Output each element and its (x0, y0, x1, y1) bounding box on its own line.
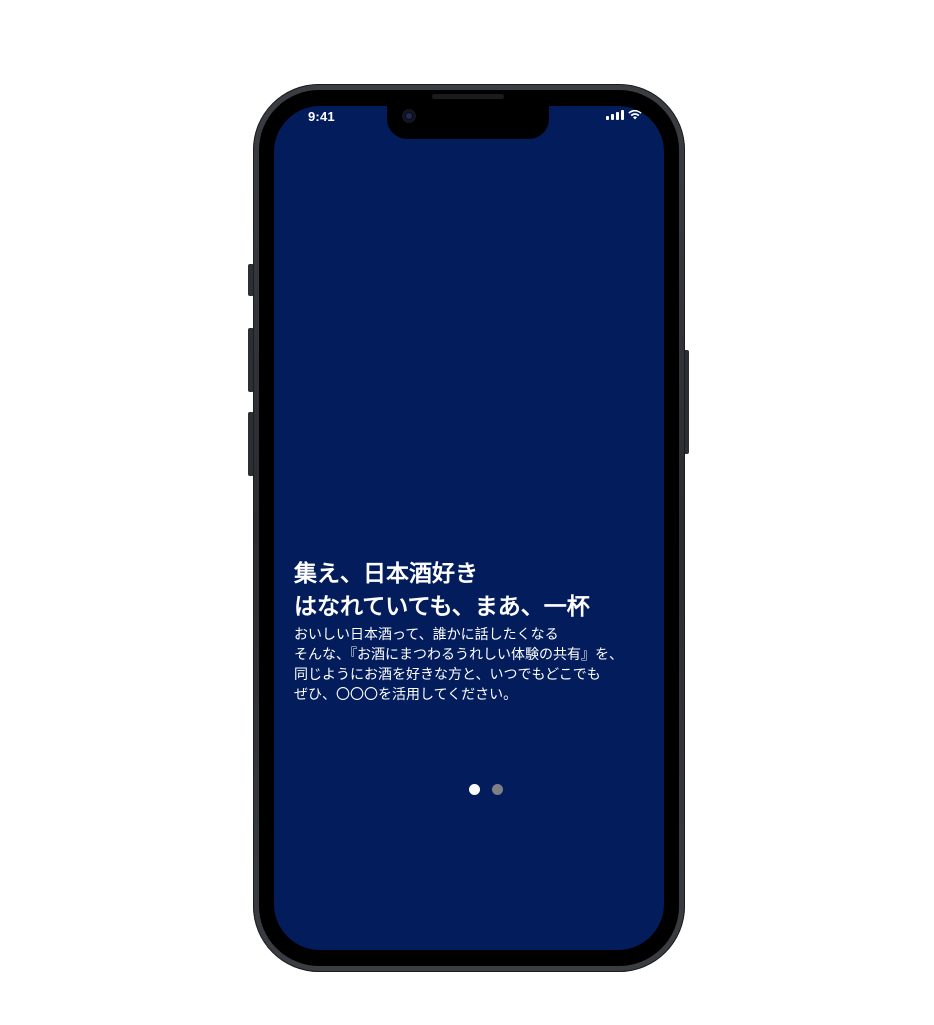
device-mockup: 9:41 集え、日本酒好き はなれていても、まあ、一杯 おいしい日本酒って、誰か… (0, 0, 934, 1025)
headline-line: はなれていても、まあ、一杯 (294, 594, 590, 620)
description-line: 同じようにお酒を好きな方と、いつでもどこでも (294, 667, 601, 683)
front-camera-icon (402, 109, 416, 123)
description-line: そんな、『お酒にまつわるうれしい体験の共有』を、 (294, 647, 623, 663)
onboarding-headline: 集え、日本酒好き はなれていても、まあ、一杯 (294, 558, 654, 624)
page-dot-1[interactable] (469, 784, 480, 795)
description-line: ぜひ、〇〇〇を活用してください。 (294, 687, 518, 703)
app-screen: 9:41 集え、日本酒好き はなれていても、まあ、一杯 おいしい日本酒って、誰か… (274, 106, 664, 950)
headline-line: 集え、日本酒好き (294, 561, 478, 587)
page-indicator[interactable] (469, 784, 503, 795)
onboarding-description: おいしい日本酒って、誰かに話したくなる そんな、『お酒にまつわるうれしい体験の共… (294, 625, 664, 705)
wifi-icon (628, 110, 642, 120)
description-line: おいしい日本酒って、誰かに話したくなる (294, 627, 559, 643)
cellular-signal-icon (606, 110, 624, 120)
speaker-grille (432, 94, 504, 99)
status-time: 9:41 (308, 109, 335, 124)
status-icons (606, 110, 642, 120)
page-dot-2[interactable] (492, 784, 503, 795)
